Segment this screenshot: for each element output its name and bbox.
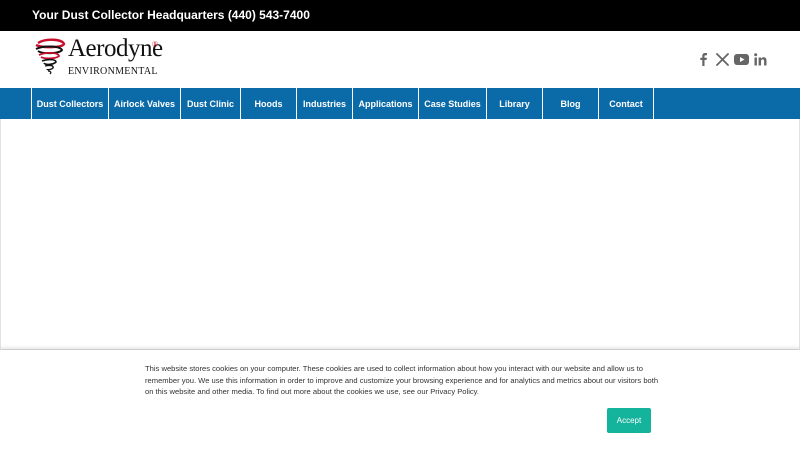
nav-item-contact[interactable]: Contact (598, 88, 654, 119)
registered-mark: ® (152, 40, 159, 49)
nav-item-hoods[interactable]: Hoods (240, 88, 296, 119)
main-content-area (0, 119, 800, 350)
accept-cookies-button[interactable]: Accept (607, 408, 651, 433)
nav-item-industries[interactable]: Industries (296, 88, 352, 119)
main-navigation: Dust Collectors Airlock Valves Dust Clin… (0, 88, 800, 119)
nav-item-dust-collectors[interactable]: Dust Collectors (31, 88, 108, 119)
aerodyne-logo[interactable]: Aerodyne ® ENVIRONMENTAL (32, 35, 167, 81)
nav-item-library[interactable]: Library (486, 88, 542, 119)
headquarters-phone-text: Your Dust Collector Headquarters (440) 5… (32, 8, 310, 22)
nav-item-blog[interactable]: Blog (542, 88, 598, 119)
nav-item-dust-clinic[interactable]: Dust Clinic (180, 88, 240, 119)
cookie-consent-banner: This website stores cookies on your comp… (0, 350, 800, 450)
top-bar: Your Dust Collector Headquarters (440) 5… (0, 0, 800, 31)
cyclone-logo-icon (35, 38, 66, 75)
logo-subtitle: ENVIRONMENTAL (68, 66, 158, 77)
cookie-notice-text: This website stores cookies on your comp… (145, 364, 659, 396)
linkedin-icon[interactable] (752, 51, 768, 67)
logo-wordmark: Aerodyne (68, 35, 163, 62)
facebook-icon[interactable] (695, 51, 711, 67)
nav-item-case-studies[interactable]: Case Studies (418, 88, 486, 119)
site-header: Aerodyne ® ENVIRONMENTAL (0, 31, 800, 88)
youtube-icon[interactable] (733, 51, 749, 67)
nav-item-applications[interactable]: Applications (352, 88, 418, 119)
nav-item-airlock-valves[interactable]: Airlock Valves (108, 88, 180, 119)
x-icon[interactable] (714, 51, 730, 67)
